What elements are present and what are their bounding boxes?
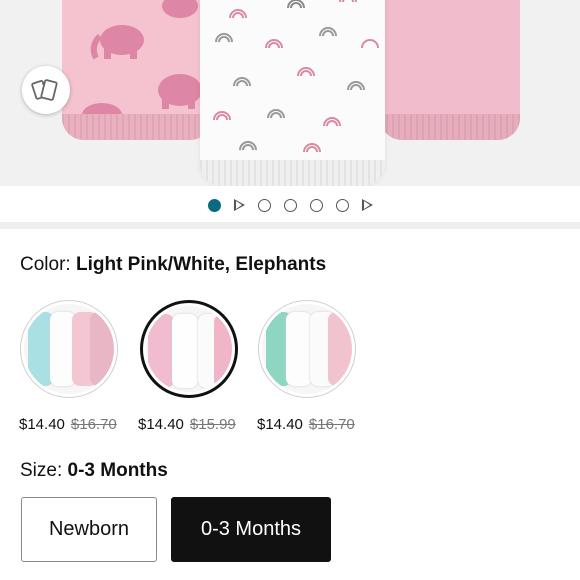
color-swatch-1[interactable] — [20, 300, 118, 398]
list-price: $16.70 — [70, 416, 117, 433]
rainbow-pattern — [213, 0, 379, 153]
color-swatches — [20, 300, 380, 400]
carousel-dot-4[interactable] — [283, 198, 297, 212]
size-label: Size: — [20, 460, 63, 481]
size-option-newborn[interactable]: Newborn — [21, 497, 157, 562]
section-divider — [0, 222, 580, 229]
gown-rainbow-print — [200, 0, 385, 186]
swatch-price-3: $14.40 $16.70 — [257, 416, 355, 433]
list-price: $15.99 — [189, 416, 236, 433]
color-swatch-3[interactable] — [258, 300, 356, 398]
size-label-line: Size: 0-3 Months — [20, 460, 168, 482]
swatch-prices: $14.40 $16.70 $14.40 $15.99 $14.40 $16.70 — [19, 416, 379, 436]
carousel-indicators — [0, 196, 580, 214]
view-in-room-icon — [31, 79, 58, 101]
size-option-0-3-months[interactable]: 0-3 Months — [171, 497, 331, 562]
product-image[interactable] — [0, 0, 580, 186]
carousel-dot-1[interactable] — [207, 198, 221, 212]
view-toggle-button[interactable] — [22, 66, 70, 114]
selected-color: Light Pink/White, Elephants — [75, 254, 327, 275]
swatch-price-2: $14.40 $15.99 — [138, 416, 236, 433]
carousel-dot-6[interactable] — [335, 198, 349, 212]
carousel-video-icon-2[interactable] — [361, 199, 373, 211]
sale-price: $14.40 — [138, 416, 184, 433]
color-swatch-2[interactable] — [140, 300, 238, 398]
swatch-price-1: $14.40 $16.70 — [19, 416, 117, 433]
color-label: Color: — [20, 254, 71, 275]
carousel-dot-3[interactable] — [257, 198, 271, 212]
sale-price: $14.40 — [257, 416, 303, 433]
list-price: $16.70 — [308, 416, 355, 433]
gown-elephant-print — [62, 0, 212, 140]
carousel-video-icon[interactable] — [233, 199, 245, 211]
gown-solid-pink — [380, 0, 520, 140]
sale-price: $14.40 — [19, 416, 65, 433]
selected-size: 0-3 Months — [67, 460, 168, 481]
carousel-dot-5[interactable] — [309, 198, 323, 212]
color-label-line: Color: Light Pink/White, Elephants — [20, 254, 326, 276]
